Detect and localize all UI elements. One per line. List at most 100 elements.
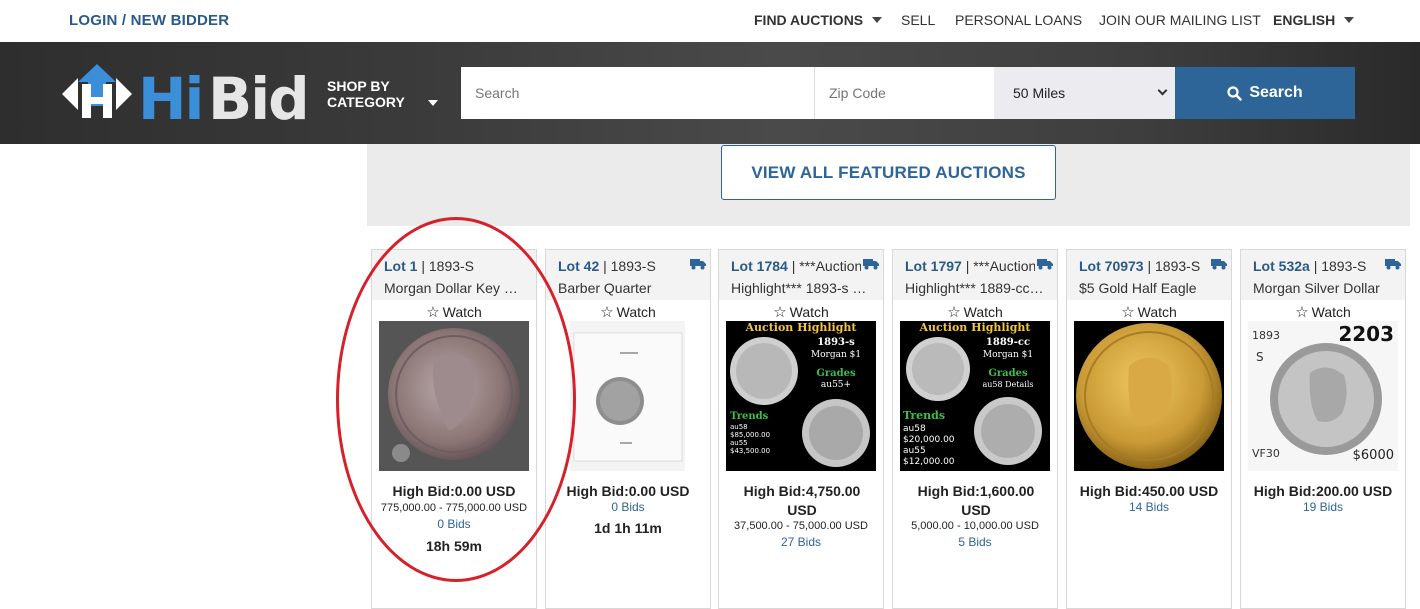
- watch-toggle[interactable]: ☆ Watch: [546, 302, 710, 322]
- shop-by-category-menu[interactable]: SHOP BY CATEGORY: [327, 78, 438, 110]
- lot-number-link[interactable]: Lot 1797: [905, 258, 962, 274]
- lot-number-link[interactable]: Lot 70973: [1079, 258, 1144, 274]
- lot-number-link[interactable]: Lot 42: [558, 258, 599, 274]
- view-all-featured-button[interactable]: VIEW ALL FEATURED AUCTIONS: [721, 145, 1056, 200]
- bid-count-link[interactable]: 14 Bids: [1067, 500, 1231, 514]
- distance-select[interactable]: 50 Miles: [994, 67, 1175, 119]
- lot-number-link[interactable]: Lot 532a: [1253, 258, 1310, 274]
- find-auctions-menu[interactable]: FIND AUCTIONS: [754, 12, 883, 28]
- shipping-truck-icon: [690, 259, 706, 270]
- shipping-truck-icon: [1211, 259, 1227, 270]
- morgan-silver-dollar-image: 2203 1893 S VF30 $6000: [1248, 321, 1398, 471]
- high-bid: High Bid:0.00 USD: [392, 483, 516, 499]
- lot-image[interactable]: Auction Highlight 1889-cc Morgan $1 Grad…: [900, 321, 1050, 471]
- find-auctions-label: FIND AUCTIONS: [754, 12, 864, 28]
- star-icon: ☆: [600, 304, 614, 321]
- zip-code-input[interactable]: [814, 67, 994, 119]
- distance-value: 50 Miles: [1013, 85, 1066, 101]
- lot-title-line2[interactable]: Highlight*** 1893-s Morgan: [731, 277, 871, 299]
- lot-card-header: Lot 532a | 1893-S Morgan Silver Dollar: [1241, 250, 1405, 300]
- estimate: 775,000.00 - 775,000.00 USD: [380, 502, 528, 514]
- img-mint: S: [1256, 350, 1264, 364]
- lot-card-header: Lot 70973 | 1893-S $5 Gold Half Eagle: [1067, 250, 1231, 300]
- lot-title-a: | ***Auction: [787, 258, 861, 274]
- watch-label: Watch: [789, 304, 829, 320]
- lot-card[interactable]: Lot 1797 | ***Auction Highlight*** 1889-…: [892, 249, 1058, 609]
- highlight-banner-text: Auction Highlight: [744, 321, 857, 334]
- watch-toggle[interactable]: ☆ Watch: [719, 302, 883, 322]
- bid-count-link[interactable]: 19 Bids: [1241, 500, 1405, 514]
- lot-title-line2[interactable]: Morgan Dollar Key Date: [384, 277, 524, 299]
- lot-title-a: | ***Auction: [961, 258, 1035, 274]
- chevron-down-icon: [872, 17, 883, 23]
- lot-card-header: Lot 42 | 1893-S Barber Quarter: [546, 250, 710, 300]
- img-number: 2203: [1338, 322, 1394, 346]
- img-price: $6000: [1353, 448, 1394, 463]
- language-menu[interactable]: ENGLISH: [1273, 12, 1355, 28]
- lot-title-line2[interactable]: Morgan Silver Dollar: [1253, 277, 1393, 299]
- search-button-label: Search: [1249, 84, 1303, 101]
- lot-title-line1: Lot 70973 | 1893-S: [1079, 255, 1209, 277]
- lot-image[interactable]: [570, 321, 685, 471]
- img-trend-2: $20,000.00: [903, 435, 955, 445]
- lot-card[interactable]: Lot 1784 | ***Auction Highlight*** 1893-…: [718, 249, 884, 609]
- mailing-list-link[interactable]: JOIN OUR MAILING LIST: [1099, 12, 1261, 28]
- lot-image[interactable]: 2203 1893 S VF30 $6000: [1248, 321, 1398, 471]
- lot-title-line2[interactable]: $5 Gold Half Eagle: [1079, 277, 1219, 299]
- lot-image[interactable]: [379, 321, 529, 471]
- img-grades: Grades: [988, 368, 1028, 379]
- lot-card-header: Lot 1797 | ***Auction Highlight*** 1889-…: [893, 250, 1057, 300]
- lot-card[interactable]: Lot 532a | 1893-S Morgan Silver Dollar ☆…: [1240, 249, 1406, 609]
- star-icon: ☆: [1121, 304, 1135, 321]
- img-trend-4: $12,000.00: [903, 457, 955, 467]
- time-left: 1d 1h 11m: [594, 520, 662, 536]
- lot-image[interactable]: Auction Highlight 1893-s Morgan $1 Grade…: [726, 321, 876, 471]
- watch-toggle[interactable]: ☆ Watch: [893, 302, 1057, 322]
- search-icon: [1227, 85, 1243, 101]
- personal-loans-link[interactable]: PERSONAL LOANS: [955, 12, 1082, 28]
- highlight-banner-text: Auction Highlight: [918, 321, 1031, 334]
- hibid-logo[interactable]: Hi Bid: [60, 62, 310, 133]
- search-input[interactable]: [461, 67, 814, 119]
- top-utility-bar: LOGIN / NEW BIDDER FIND AUCTIONS SELL PE…: [0, 0, 1420, 42]
- bid-count-link[interactable]: 0 Bids: [372, 517, 536, 531]
- login-link[interactable]: LOGIN / NEW BIDDER: [69, 12, 229, 29]
- bid-count-link[interactable]: 5 Bids: [893, 535, 1057, 549]
- lot-card[interactable]: Lot 70973 | 1893-S $5 Gold Half Eagle ☆ W…: [1066, 249, 1232, 609]
- shipping-truck-icon: [863, 259, 879, 270]
- hibid-logo-icon: Hi Bid: [62, 64, 310, 133]
- lot-title-line1: Lot 1784 | ***Auction: [731, 255, 861, 277]
- brand-bid: Bid: [208, 65, 308, 126]
- img-trends: Trends: [730, 411, 769, 422]
- chevron-down-icon: [1157, 85, 1168, 96]
- watch-toggle[interactable]: ☆ Watch: [1067, 302, 1231, 322]
- auction-highlight-image: Auction Highlight 1889-cc Morgan $1 Grad…: [900, 321, 1050, 471]
- watch-toggle[interactable]: ☆ Watch: [372, 302, 536, 322]
- img-trend-1: au58: [903, 424, 926, 434]
- lot-title-a: | 1893-S: [417, 258, 475, 274]
- high-bid: High Bid:4,750.00 USD: [743, 483, 861, 518]
- estimate: 5,000.00 - 10,000.00 USD: [911, 520, 1039, 532]
- lot-title-line2[interactable]: Highlight*** 1889-cc Morgan: [905, 277, 1045, 299]
- lot-title-a: | 1893-S: [1143, 258, 1201, 274]
- lot-number-link[interactable]: Lot 1: [384, 258, 417, 274]
- lot-image[interactable]: [1074, 321, 1224, 471]
- lot-number-link[interactable]: Lot 1784: [731, 258, 788, 274]
- time-left: 18h 59m: [425, 538, 483, 554]
- personal-loans-label: PERSONAL LOANS: [955, 12, 1083, 28]
- lot-title-line1: Lot 42 | 1893-S: [558, 255, 688, 277]
- lot-title-line2[interactable]: Barber Quarter: [558, 277, 698, 299]
- bid-count-link[interactable]: 0 Bids: [546, 500, 710, 514]
- bid-count-link[interactable]: 27 Bids: [719, 535, 883, 549]
- lot-title-line1: Lot 1797 | ***Auction: [905, 255, 1035, 277]
- brand-hi: Hi: [138, 65, 202, 126]
- watch-toggle[interactable]: ☆ Watch: [1241, 302, 1405, 322]
- lot-card-header: Lot 1 | 1893-S Morgan Dollar Key Date: [372, 250, 536, 300]
- lot-card[interactable]: Lot 1 | 1893-S Morgan Dollar Key Date ☆ W…: [371, 249, 537, 609]
- lot-card[interactable]: Lot 42 | 1893-S Barber Quarter ☆ Watch Hi…: [545, 249, 711, 609]
- img-trend-3: au55: [903, 446, 926, 456]
- sell-link[interactable]: SELL: [901, 12, 935, 28]
- shipping-truck-icon: [1385, 259, 1401, 270]
- estimate: 37,500.00 - 75,000.00 USD: [734, 520, 868, 532]
- search-button[interactable]: Search: [1175, 67, 1355, 119]
